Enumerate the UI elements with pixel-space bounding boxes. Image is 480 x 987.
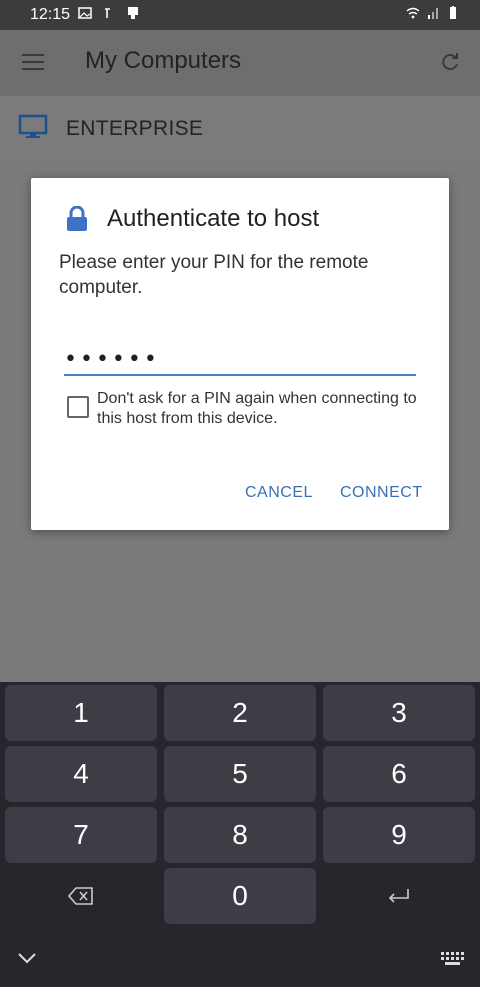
- status-bar: 12:15: [0, 0, 480, 30]
- status-time: 12:15: [30, 6, 71, 23]
- host-name: ENTERPRISE: [66, 117, 204, 140]
- tool-icon: [105, 8, 110, 18]
- host-list-item[interactable]: ENTERPRISE: [0, 96, 480, 162]
- dont-ask-pin-checkbox[interactable]: [67, 396, 89, 418]
- backspace-key[interactable]: [5, 868, 157, 924]
- hide-keyboard-icon[interactable]: [16, 950, 38, 966]
- dont-ask-pin-label[interactable]: Don't ask for a PIN again when connectin…: [97, 389, 427, 429]
- keyboard-switch-icon[interactable]: [440, 950, 466, 968]
- key-3[interactable]: 3: [323, 685, 475, 741]
- hamburger-menu-icon[interactable]: [22, 54, 44, 70]
- image-icon: [78, 7, 92, 19]
- numeric-keyboard: 1 2 3 4 5 6 7 8 9 0: [0, 682, 480, 987]
- key-2[interactable]: 2: [164, 685, 316, 741]
- backspace-icon: [68, 887, 93, 905]
- key-1[interactable]: 1: [5, 685, 157, 741]
- battery-icon: [450, 6, 456, 19]
- key-6[interactable]: 6: [323, 746, 475, 802]
- page-title: My Computers: [85, 47, 242, 74]
- key-9[interactable]: 9: [323, 807, 475, 863]
- enter-icon: [388, 889, 409, 903]
- wifi-icon: [406, 7, 420, 19]
- connect-button[interactable]: CONNECT: [340, 484, 423, 502]
- signal-icon: [428, 8, 438, 19]
- computer-icon: [18, 114, 48, 138]
- dialog-message: Please enter your PIN for the remote com…: [59, 252, 369, 298]
- key-8[interactable]: 8: [164, 807, 316, 863]
- enter-key[interactable]: [323, 868, 475, 924]
- system-icons: [406, 6, 460, 20]
- notification-icons: [78, 6, 140, 20]
- key-4[interactable]: 4: [5, 746, 157, 802]
- refresh-icon[interactable]: [438, 50, 462, 74]
- lock-icon: [67, 206, 87, 231]
- cancel-button[interactable]: CANCEL: [245, 484, 313, 502]
- key-0[interactable]: 0: [164, 868, 316, 924]
- key-5[interactable]: 5: [164, 746, 316, 802]
- remote-desktop-icon: [128, 7, 138, 19]
- key-7[interactable]: 7: [5, 807, 157, 863]
- authenticate-dialog: Authenticate to host Please enter your P…: [31, 178, 449, 530]
- pin-input[interactable]: [64, 344, 416, 376]
- dialog-title: Authenticate to host: [107, 205, 320, 232]
- app-bar: My Computers: [0, 30, 480, 96]
